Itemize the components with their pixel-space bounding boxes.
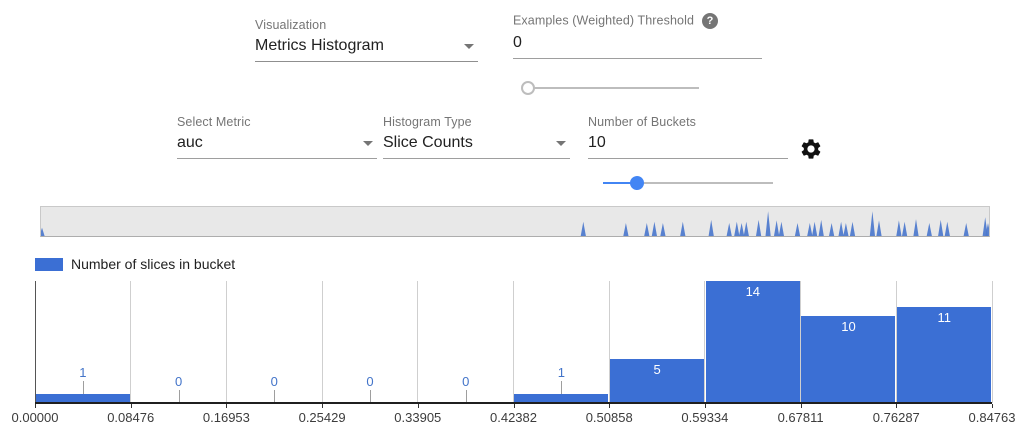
threshold-slider-track[interactable] [528, 87, 699, 89]
x-axis-tick-label: 0.84763 [969, 410, 1016, 425]
axis-tick [705, 404, 706, 408]
histogram-type-value[interactable]: Slice Counts [383, 134, 570, 159]
gridline [226, 281, 227, 403]
num-buckets-input[interactable]: 10 [588, 134, 788, 159]
bar-value-label: 11 [937, 310, 951, 325]
axis-tick [35, 404, 36, 408]
bar-value-label: 5 [653, 362, 660, 377]
chart-legend: Number of slices in bucket [35, 256, 235, 272]
slice-overview-strip[interactable] [40, 206, 990, 237]
legend-label: Number of slices in bucket [71, 256, 235, 272]
select-metric-label: Select Metric [177, 115, 377, 129]
x-axis-tick-label: 0.33905 [394, 410, 441, 425]
bar-value-label: 0 [175, 374, 182, 389]
gridline [417, 281, 418, 403]
x-axis-tick-label: 0.08476 [107, 410, 154, 425]
chevron-down-icon [363, 141, 373, 146]
settings-gear-icon[interactable] [799, 137, 823, 161]
axis-tick [896, 404, 897, 408]
help-icon[interactable]: ? [702, 13, 718, 29]
visualization-value[interactable]: Metrics Histogram [255, 37, 478, 62]
axis-tick [514, 404, 515, 408]
x-axis-tick-label: 0.50858 [586, 410, 633, 425]
num-buckets-slider-thumb[interactable] [630, 176, 644, 190]
slice-density-spikes [41, 207, 989, 236]
threshold-slider[interactable] [521, 81, 699, 95]
visualization-select[interactable]: Visualization Metrics Histogram [255, 18, 478, 62]
histogram-bar[interactable] [706, 281, 800, 403]
metrics-histogram-app: Visualization Metrics Histogram Examples… [0, 0, 1024, 432]
x-axis-tick-label: 0.16953 [203, 410, 250, 425]
x-axis-tick-label: 0.59334 [681, 410, 728, 425]
legend-swatch [35, 258, 63, 271]
gridline [992, 281, 993, 403]
bar-value-label: 0 [366, 374, 373, 389]
axis-tick [131, 404, 132, 408]
axis-tick [226, 404, 227, 408]
num-buckets-field: Number of Buckets 10 [588, 115, 788, 159]
gridline [513, 281, 514, 403]
axis-tick [418, 404, 419, 408]
x-axis-tick-label: 0.00000 [12, 410, 59, 425]
axis-tick [992, 404, 993, 408]
select-metric-dropdown[interactable]: Select Metric auc [177, 115, 377, 159]
threshold-label: Examples (Weighted) Threshold [513, 13, 694, 27]
gridline [322, 281, 323, 403]
x-axis-tick-label: 0.76287 [873, 410, 920, 425]
select-metric-value[interactable]: auc [177, 134, 377, 159]
bar-value-label: 0 [271, 374, 278, 389]
bar-value-label: 1 [79, 365, 86, 380]
threshold-field: Examples (Weighted) Threshold? 0 [513, 13, 762, 59]
bar-value-label: 0 [462, 374, 469, 389]
bar-value-label: 10 [841, 319, 855, 334]
gridline [35, 281, 36, 403]
histogram-type-dropdown[interactable]: Histogram Type Slice Counts [383, 115, 570, 159]
x-axis-tick-label: 0.67811 [778, 410, 824, 425]
chevron-down-icon [464, 44, 474, 49]
axis-tick [322, 404, 323, 408]
chevron-down-icon [556, 141, 566, 146]
threshold-input[interactable]: 0 [513, 34, 762, 59]
num-buckets-slider[interactable] [603, 176, 773, 190]
histogram-type-label: Histogram Type [383, 115, 570, 129]
histogram-plot-area[interactable]: 1000015141011 [35, 281, 992, 403]
axis-tick [801, 404, 802, 408]
threshold-slider-thumb[interactable] [521, 81, 535, 95]
bar-value-label: 14 [746, 284, 760, 299]
x-axis-tick-label: 0.42382 [490, 410, 537, 425]
slice-counts-histogram[interactable]: 1000015141011 0.000000.084760.169530.254… [35, 281, 992, 431]
gridline [130, 281, 131, 403]
axis-tick [609, 404, 610, 408]
x-axis-tick-label: 0.25429 [299, 410, 346, 425]
num-buckets-label: Number of Buckets [588, 115, 788, 129]
visualization-label: Visualization [255, 18, 478, 32]
annotation-stem [83, 381, 84, 394]
annotation-stem [561, 381, 562, 394]
bar-value-label: 1 [558, 365, 565, 380]
